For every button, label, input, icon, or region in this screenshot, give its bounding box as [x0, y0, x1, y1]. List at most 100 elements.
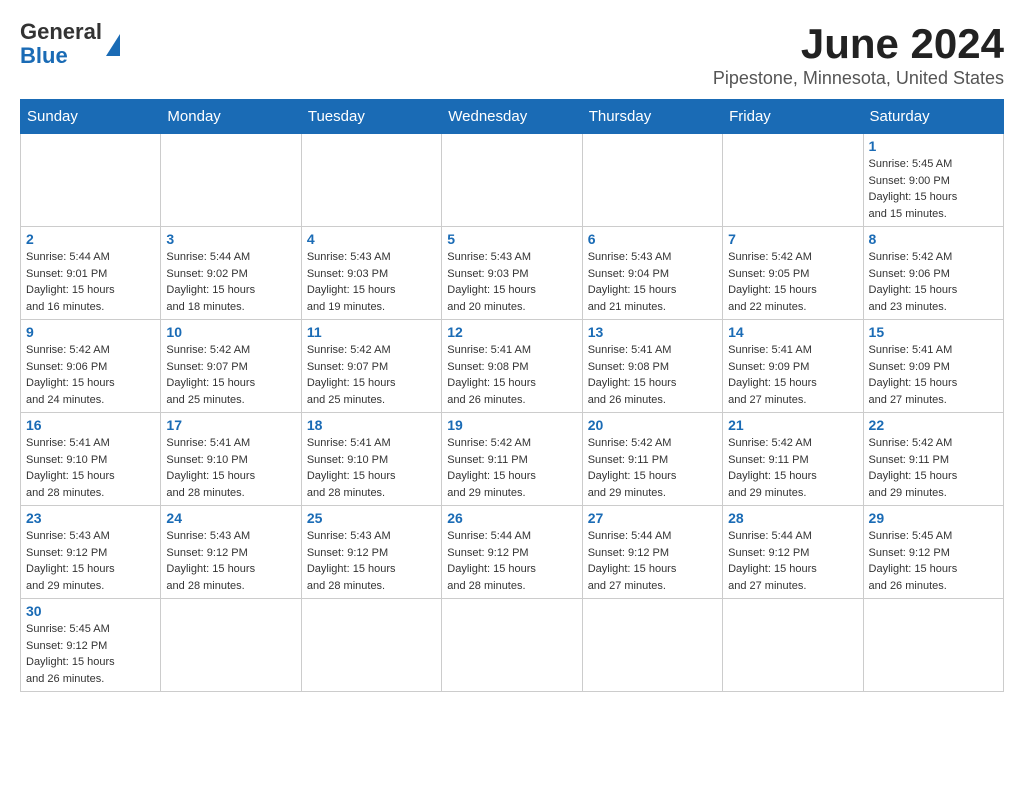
- calendar-cell: 10Sunrise: 5:42 AMSunset: 9:07 PMDayligh…: [161, 320, 301, 413]
- weekday-header-saturday: Saturday: [863, 100, 1003, 134]
- calendar-cell: 21Sunrise: 5:42 AMSunset: 9:11 PMDayligh…: [723, 413, 863, 506]
- day-info: Sunrise: 5:44 AMSunset: 9:02 PMDaylight:…: [166, 249, 295, 315]
- logo-general: General: [20, 20, 102, 44]
- calendar-week-5: 23Sunrise: 5:43 AMSunset: 9:12 PMDayligh…: [21, 506, 1004, 599]
- day-info: Sunrise: 5:41 AMSunset: 9:09 PMDaylight:…: [869, 342, 998, 408]
- day-info: Sunrise: 5:43 AMSunset: 9:04 PMDaylight:…: [588, 249, 717, 315]
- day-info: Sunrise: 5:44 AMSunset: 9:12 PMDaylight:…: [588, 528, 717, 594]
- day-info: Sunrise: 5:41 AMSunset: 9:10 PMDaylight:…: [307, 435, 436, 501]
- day-number: 19: [447, 417, 576, 433]
- weekday-header-tuesday: Tuesday: [301, 100, 441, 134]
- calendar-cell: 2 Sunrise: 5:44 AMSunset: 9:01 PMDaylight…: [21, 227, 161, 320]
- day-info: Sunrise: 5:41 AMSunset: 9:09 PMDaylight:…: [728, 342, 857, 408]
- calendar-cell: [161, 134, 301, 227]
- logo-triangle-icon: [106, 34, 120, 56]
- calendar-cell: 5 Sunrise: 5:43 AMSunset: 9:03 PMDaylight…: [442, 227, 582, 320]
- day-number: 2: [26, 231, 155, 247]
- day-number: 5: [447, 231, 576, 247]
- day-info: Sunrise: 5:42 AMSunset: 9:06 PMDaylight:…: [869, 249, 998, 315]
- calendar-cell: [301, 134, 441, 227]
- day-info: Sunrise: 5:42 AMSunset: 9:11 PMDaylight:…: [447, 435, 576, 501]
- day-info: Sunrise: 5:43 AMSunset: 9:12 PMDaylight:…: [307, 528, 436, 594]
- day-number: 22: [869, 417, 998, 433]
- day-info: Sunrise: 5:45 AMSunset: 9:12 PMDaylight:…: [26, 621, 155, 687]
- header-right: June 2024 Pipestone, Minnesota, United S…: [713, 20, 1004, 89]
- calendar-cell: 3 Sunrise: 5:44 AMSunset: 9:02 PMDaylight…: [161, 227, 301, 320]
- calendar-cell: 6 Sunrise: 5:43 AMSunset: 9:04 PMDaylight…: [582, 227, 722, 320]
- day-number: 25: [307, 510, 436, 526]
- day-info: Sunrise: 5:45 AMSunset: 9:12 PMDaylight:…: [869, 528, 998, 594]
- day-number: 20: [588, 417, 717, 433]
- calendar-week-3: 9 Sunrise: 5:42 AMSunset: 9:06 PMDaylight…: [21, 320, 1004, 413]
- location: Pipestone, Minnesota, United States: [713, 68, 1004, 89]
- page-header: General Blue June 2024 Pipestone, Minnes…: [20, 20, 1004, 89]
- day-info: Sunrise: 5:42 AMSunset: 9:11 PMDaylight:…: [869, 435, 998, 501]
- logo-text: General Blue: [20, 20, 102, 68]
- logo: General Blue: [20, 20, 120, 68]
- day-info: Sunrise: 5:41 AMSunset: 9:10 PMDaylight:…: [166, 435, 295, 501]
- calendar-cell: [161, 599, 301, 692]
- day-number: 13: [588, 324, 717, 340]
- day-number: 30: [26, 603, 155, 619]
- calendar-cell: 18Sunrise: 5:41 AMSunset: 9:10 PMDayligh…: [301, 413, 441, 506]
- day-number: 3: [166, 231, 295, 247]
- day-info: Sunrise: 5:41 AMSunset: 9:10 PMDaylight:…: [26, 435, 155, 501]
- day-number: 1: [869, 138, 998, 154]
- day-number: 15: [869, 324, 998, 340]
- calendar-cell: [723, 599, 863, 692]
- weekday-header-monday: Monday: [161, 100, 301, 134]
- calendar-cell: 19 Sunrise: 5:42 AMSunset: 9:11 PMDayligh…: [442, 413, 582, 506]
- day-info: Sunrise: 5:43 AMSunset: 9:03 PMDaylight:…: [447, 249, 576, 315]
- day-number: 16: [26, 417, 155, 433]
- day-info: Sunrise: 5:44 AMSunset: 9:12 PMDaylight:…: [447, 528, 576, 594]
- day-number: 27: [588, 510, 717, 526]
- weekday-header-sunday: Sunday: [21, 100, 161, 134]
- day-info: Sunrise: 5:41 AMSunset: 9:08 PMDaylight:…: [447, 342, 576, 408]
- day-number: 9: [26, 324, 155, 340]
- calendar-cell: 22 Sunrise: 5:42 AMSunset: 9:11 PMDayligh…: [863, 413, 1003, 506]
- weekday-header-wednesday: Wednesday: [442, 100, 582, 134]
- day-info: Sunrise: 5:42 AMSunset: 9:07 PMDaylight:…: [307, 342, 436, 408]
- day-info: Sunrise: 5:41 AMSunset: 9:08 PMDaylight:…: [588, 342, 717, 408]
- calendar-cell: 20Sunrise: 5:42 AMSunset: 9:11 PMDayligh…: [582, 413, 722, 506]
- calendar-cell: 9 Sunrise: 5:42 AMSunset: 9:06 PMDaylight…: [21, 320, 161, 413]
- calendar-cell: 15 Sunrise: 5:41 AMSunset: 9:09 PMDayligh…: [863, 320, 1003, 413]
- logo-blue: Blue: [20, 44, 102, 68]
- calendar-cell: [582, 599, 722, 692]
- calendar-cell: [442, 134, 582, 227]
- day-number: 21: [728, 417, 857, 433]
- day-number: 6: [588, 231, 717, 247]
- calendar-cell: 7 Sunrise: 5:42 AMSunset: 9:05 PMDaylight…: [723, 227, 863, 320]
- calendar-cell: [582, 134, 722, 227]
- calendar-cell: 28 Sunrise: 5:44 AMSunset: 9:12 PMDayligh…: [723, 506, 863, 599]
- day-number: 26: [447, 510, 576, 526]
- day-number: 28: [728, 510, 857, 526]
- day-number: 4: [307, 231, 436, 247]
- calendar-cell: 1Sunrise: 5:45 AMSunset: 9:00 PMDaylight…: [863, 134, 1003, 227]
- day-info: Sunrise: 5:42 AMSunset: 9:05 PMDaylight:…: [728, 249, 857, 315]
- day-number: 11: [307, 324, 436, 340]
- calendar-cell: 4 Sunrise: 5:43 AMSunset: 9:03 PMDaylight…: [301, 227, 441, 320]
- day-number: 7: [728, 231, 857, 247]
- calendar-cell: 26 Sunrise: 5:44 AMSunset: 9:12 PMDayligh…: [442, 506, 582, 599]
- day-number: 10: [166, 324, 295, 340]
- calendar-cell: [21, 134, 161, 227]
- day-info: Sunrise: 5:42 AMSunset: 9:06 PMDaylight:…: [26, 342, 155, 408]
- calendar-cell: 13 Sunrise: 5:41 AMSunset: 9:08 PMDayligh…: [582, 320, 722, 413]
- calendar-cell: 30 Sunrise: 5:45 AMSunset: 9:12 PMDayligh…: [21, 599, 161, 692]
- month-title: June 2024: [713, 20, 1004, 68]
- calendar-cell: [723, 134, 863, 227]
- calendar-cell: [863, 599, 1003, 692]
- calendar-cell: 24Sunrise: 5:43 AMSunset: 9:12 PMDayligh…: [161, 506, 301, 599]
- calendar-week-4: 16 Sunrise: 5:41 AMSunset: 9:10 PMDayligh…: [21, 413, 1004, 506]
- calendar-cell: 8Sunrise: 5:42 AMSunset: 9:06 PMDaylight…: [863, 227, 1003, 320]
- calendar-week-1: 1Sunrise: 5:45 AMSunset: 9:00 PMDaylight…: [21, 134, 1004, 227]
- day-number: 12: [447, 324, 576, 340]
- day-info: Sunrise: 5:43 AMSunset: 9:03 PMDaylight:…: [307, 249, 436, 315]
- day-info: Sunrise: 5:44 AMSunset: 9:12 PMDaylight:…: [728, 528, 857, 594]
- day-info: Sunrise: 5:44 AMSunset: 9:01 PMDaylight:…: [26, 249, 155, 315]
- day-number: 17: [166, 417, 295, 433]
- calendar-cell: [442, 599, 582, 692]
- calendar-cell: 29Sunrise: 5:45 AMSunset: 9:12 PMDayligh…: [863, 506, 1003, 599]
- day-number: 14: [728, 324, 857, 340]
